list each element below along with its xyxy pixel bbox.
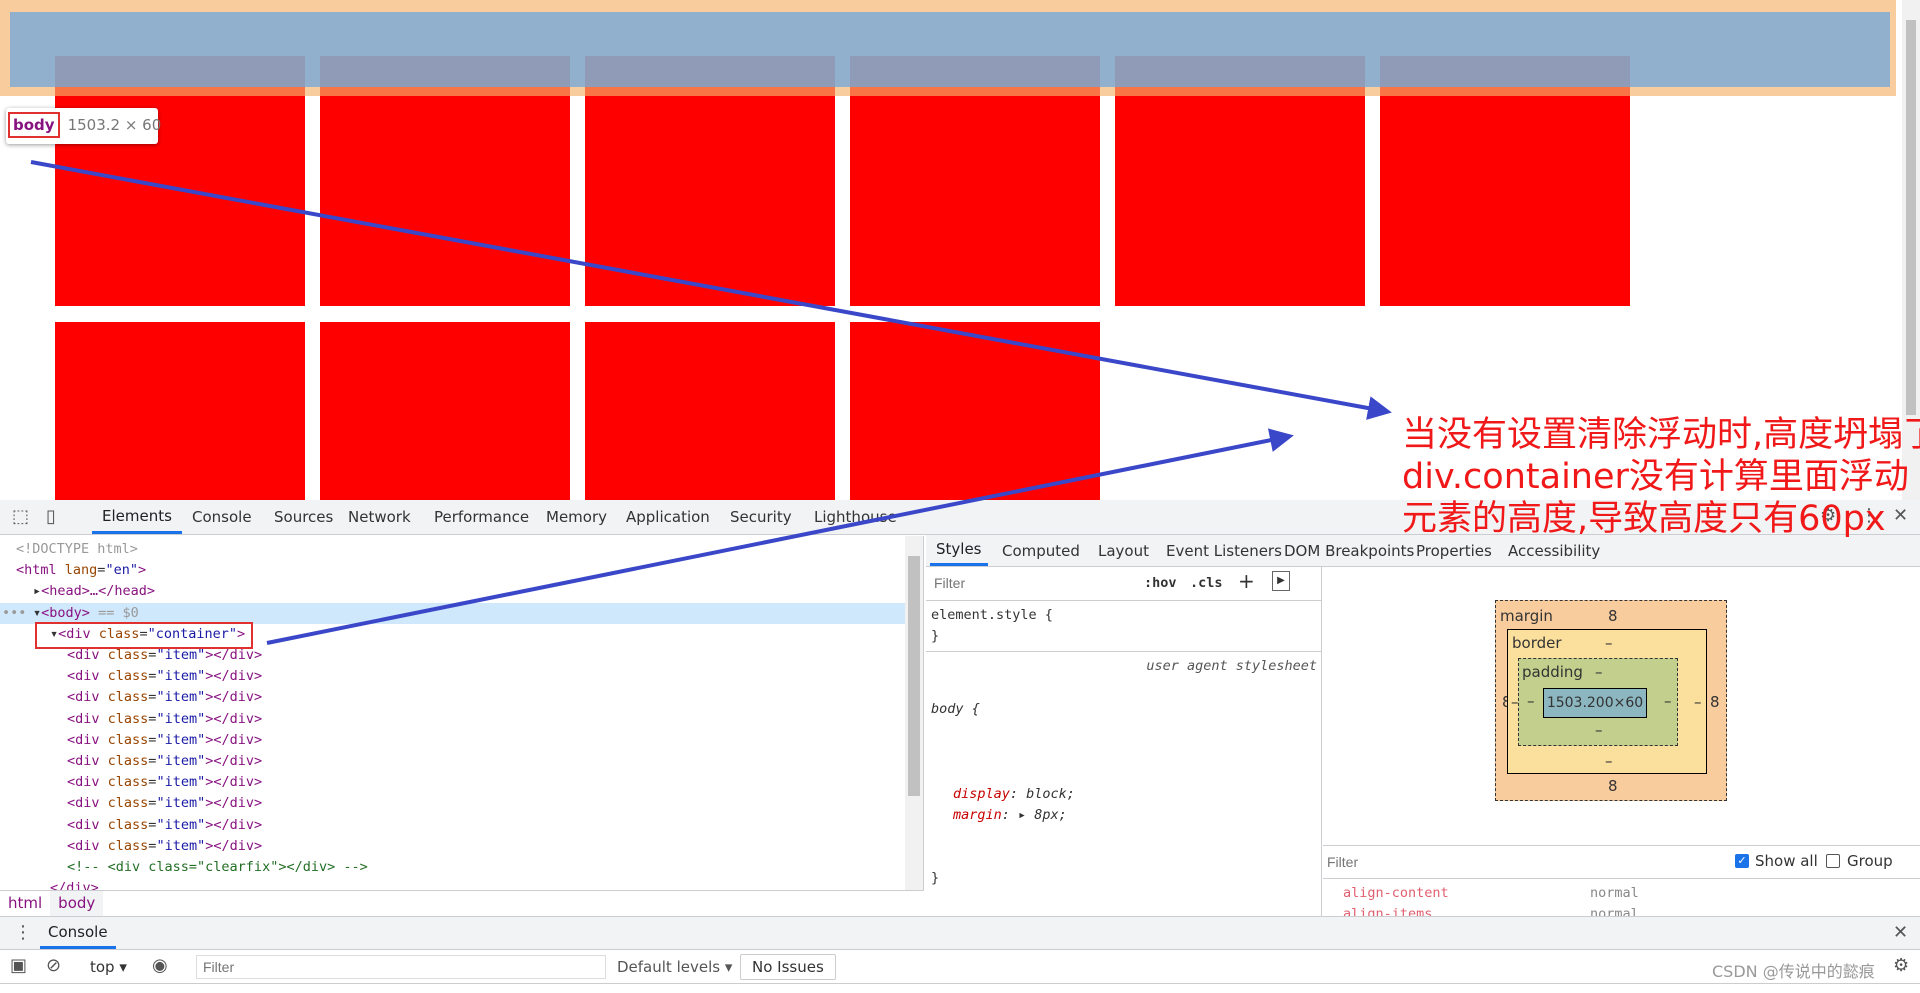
annotation-note: 当没有设置清除浮动时,高度坍塌了. div.container没有计算里面浮动 元素…: [1402, 414, 1920, 540]
arrow-to-tooltip: [30, 160, 1392, 420]
note-line: 元素的高度,导致高度只有60px: [1402, 499, 1886, 539]
note-line: div.container没有计算里面浮动: [1402, 457, 1909, 497]
note-line: 当没有设置清除浮动时,高度坍塌了.: [1402, 415, 1920, 455]
arrow-to-container: [266, 428, 1294, 645]
